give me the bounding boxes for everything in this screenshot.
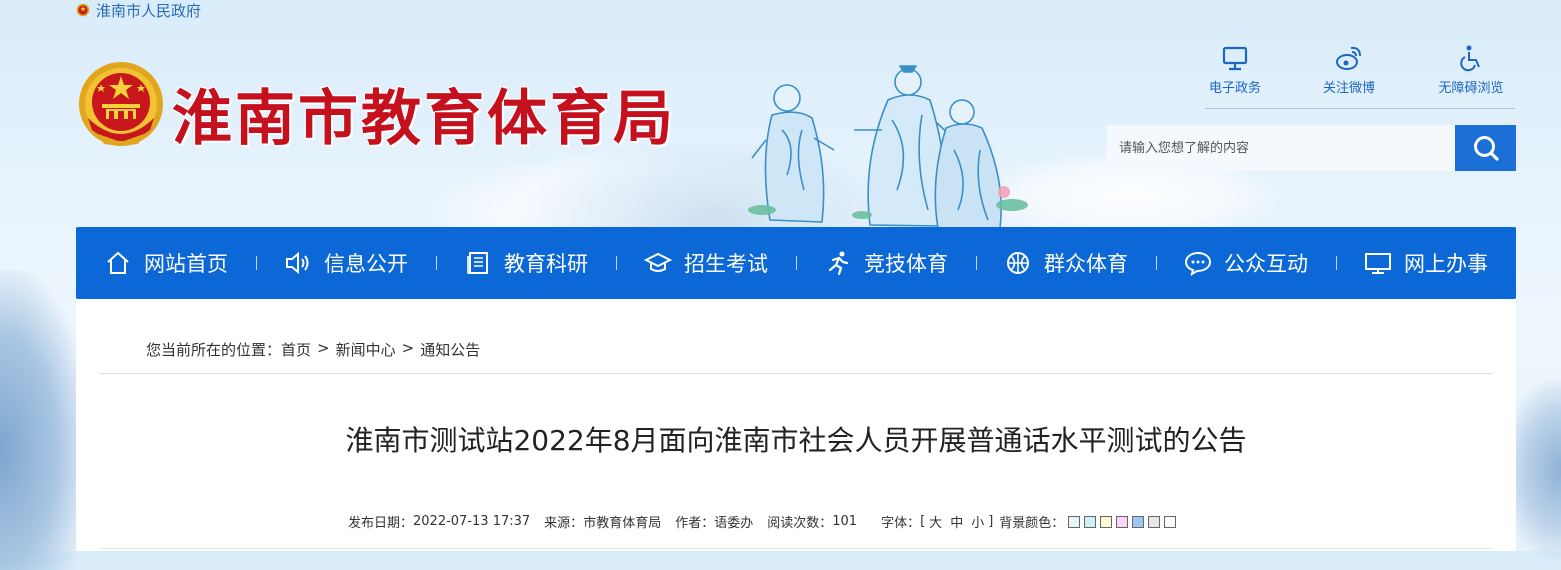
font-size-large-button[interactable]: 大: [929, 512, 942, 531]
computer-icon: [1364, 249, 1392, 277]
breadcrumb: 您当前所在的位置： 首页 > 新闻中心 > 通知公告: [146, 339, 480, 360]
nav-item-home[interactable]: 网站首页: [76, 227, 256, 299]
background-color-label: 背景颜色：: [999, 516, 1065, 531]
quick-link-label: 电子政务: [1208, 81, 1261, 96]
author-label: 作者：: [675, 516, 715, 531]
breadcrumb-home[interactable]: 首页: [281, 339, 311, 360]
nav-label: 网上办事: [1404, 252, 1488, 276]
publish-date-label: 发布日期：: [348, 516, 414, 531]
weibo-icon: [1336, 46, 1361, 70]
quick-link-accessibility[interactable]: 无障碍浏览: [1431, 43, 1511, 96]
quick-link-weibo[interactable]: 关注微博: [1318, 43, 1380, 96]
bg-color-swatch[interactable]: [1116, 515, 1129, 528]
source: 市教育体育局: [583, 516, 662, 531]
nav-item-public-sports[interactable]: 群众体育: [976, 227, 1156, 299]
search-input[interactable]: [1107, 125, 1455, 171]
quick-links-divider: [1205, 108, 1515, 109]
bg-color-swatch[interactable]: [1148, 515, 1161, 528]
bg-color-swatch[interactable]: [1084, 515, 1097, 528]
government-link-label: 淮南市人民政府: [96, 1, 202, 20]
nav-item-interaction[interactable]: 公众互动: [1156, 227, 1336, 299]
font-size-small-button[interactable]: 小: [971, 512, 984, 531]
publish-date: 2022-07-13 17:37: [413, 514, 531, 529]
nav-item-online-services[interactable]: 网上办事: [1336, 227, 1516, 299]
source-label: 来源：: [544, 516, 584, 531]
bg-color-swatch[interactable]: [1164, 515, 1177, 528]
nav-label: 竞技体育: [864, 252, 948, 276]
view-count-label: 阅读次数：: [767, 516, 833, 531]
nav-item-admissions[interactable]: 招生考试: [616, 227, 796, 299]
monitor-icon: [1222, 46, 1248, 71]
nav-label: 群众体育: [1044, 252, 1128, 276]
quick-link-label: 关注微博: [1322, 81, 1375, 96]
search-button[interactable]: [1455, 125, 1516, 171]
nav-label: 网站首页: [144, 252, 228, 276]
wheelchair-icon: [1460, 45, 1480, 72]
breadcrumb-divider: [100, 373, 1492, 374]
bg-color-swatch[interactable]: [1132, 515, 1145, 528]
author: 语委办: [714, 516, 754, 531]
article-meta: 发布日期： 2022-07-13 17:37 来源： 市教育体育局 作者： 语委…: [348, 512, 1177, 531]
home-icon: [104, 249, 132, 277]
nav-label: 招生考试: [684, 252, 768, 276]
nav-label: 公众互动: [1224, 252, 1308, 276]
nav-item-research[interactable]: 教育科研: [436, 227, 616, 299]
breadcrumb-separator: >: [401, 339, 415, 357]
breadcrumb-news-center[interactable]: 新闻中心: [336, 339, 396, 360]
font-size-bracket-close: ]: [988, 514, 994, 529]
content-panel: 您当前所在的位置： 首页 > 新闻中心 > 通知公告 淮南市测试站2022年8月…: [76, 299, 1516, 551]
government-home-link[interactable]: 淮南市人民政府: [76, 0, 201, 20]
graduation-cap-icon: [644, 249, 672, 277]
speaker-icon: [284, 249, 312, 277]
basketball-icon: [1004, 249, 1032, 277]
article-title: 淮南市测试站2022年8月面向淮南市社会人员开展普通话水平测试的公告: [345, 424, 1247, 457]
runner-icon: [824, 249, 852, 277]
site-title: 淮南市教育体育局: [172, 84, 676, 154]
bg-color-swatch[interactable]: [1100, 515, 1113, 528]
nav-label: 教育科研: [504, 252, 588, 276]
sages-illustration: [748, 65, 1028, 229]
nav-item-competitive-sports[interactable]: 竞技体育: [796, 227, 976, 299]
search-icon: [1473, 136, 1499, 161]
quick-link-label: 无障碍浏览: [1438, 81, 1504, 96]
breadcrumb-prefix: 您当前所在的位置：: [146, 341, 282, 359]
view-count: 101: [832, 514, 858, 529]
quick-link-e-government[interactable]: 电子政务: [1205, 43, 1265, 96]
meta-divider: [100, 548, 1492, 549]
nav-label: 信息公开: [324, 252, 408, 276]
national-emblem-logo: [79, 62, 163, 146]
chat-bubble-icon: [1184, 249, 1212, 277]
font-size-medium-button[interactable]: 中: [950, 512, 963, 531]
document-icon: [464, 249, 492, 277]
font-size-label: 字体：: [881, 516, 921, 531]
font-size-bracket-open: [: [920, 514, 926, 529]
breadcrumb-notices[interactable]: 通知公告: [420, 339, 480, 360]
main-navigation: 网站首页 信息公开 教育科研 招生考试 竞技体育 群众体育 公众互动 网上办事: [76, 227, 1516, 299]
national-emblem-icon: [76, 3, 90, 17]
nav-item-information[interactable]: 信息公开: [256, 227, 436, 299]
breadcrumb-separator: >: [317, 339, 330, 357]
bg-color-swatch[interactable]: [1068, 515, 1081, 528]
